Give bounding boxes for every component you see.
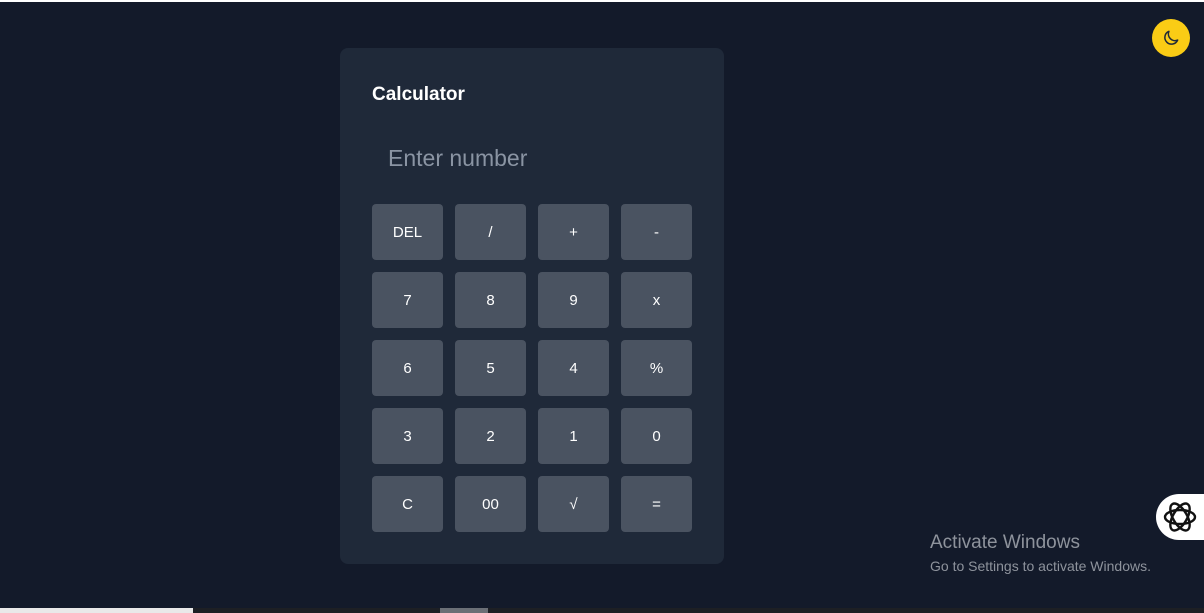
percent-key[interactable]: % [621, 340, 692, 396]
digit-5-key[interactable]: 5 [455, 340, 526, 396]
digit-4-key[interactable]: 4 [538, 340, 609, 396]
multiply-key[interactable]: x [621, 272, 692, 328]
plus-key[interactable]: + [538, 204, 609, 260]
window-top-edge [0, 0, 1204, 2]
digit-9-key[interactable]: 9 [538, 272, 609, 328]
delete-key[interactable]: DEL [372, 204, 443, 260]
digit-2-key[interactable]: 2 [455, 408, 526, 464]
square-root-key[interactable]: √ [538, 476, 609, 532]
scrollbar-track-segment [0, 608, 193, 613]
digit-7-key[interactable]: 7 [372, 272, 443, 328]
digit-0-key[interactable]: 0 [621, 408, 692, 464]
assistant-widget-button[interactable] [1156, 494, 1204, 540]
equals-key[interactable]: = [621, 476, 692, 532]
digit-1-key[interactable]: 1 [538, 408, 609, 464]
bottom-scrollbar[interactable] [0, 608, 1204, 613]
scrollbar-thumb[interactable] [440, 608, 488, 613]
digit-6-key[interactable]: 6 [372, 340, 443, 396]
watermark-subtitle: Go to Settings to activate Windows. [930, 558, 1151, 574]
assistant-logo-icon [1163, 502, 1197, 532]
watermark-title: Activate Windows [930, 532, 1080, 553]
divide-key[interactable]: / [455, 204, 526, 260]
number-input[interactable] [372, 136, 692, 180]
theme-toggle-button[interactable] [1152, 19, 1190, 57]
clear-key[interactable]: C [372, 476, 443, 532]
digit-3-key[interactable]: 3 [372, 408, 443, 464]
keypad: DEL / + - 7 8 9 x 6 5 4 % 3 2 1 0 C 00 √… [372, 204, 692, 532]
double-zero-key[interactable]: 00 [455, 476, 526, 532]
minus-key[interactable]: - [621, 204, 692, 260]
moon-icon [1164, 30, 1179, 45]
digit-8-key[interactable]: 8 [455, 272, 526, 328]
activate-windows-watermark: Activate Windows Go to Settings to activ… [930, 532, 1151, 574]
calculator-title: Calculator [372, 84, 465, 105]
calculator-panel: Calculator DEL / + - 7 8 9 x 6 5 4 % 3 2… [340, 48, 724, 564]
